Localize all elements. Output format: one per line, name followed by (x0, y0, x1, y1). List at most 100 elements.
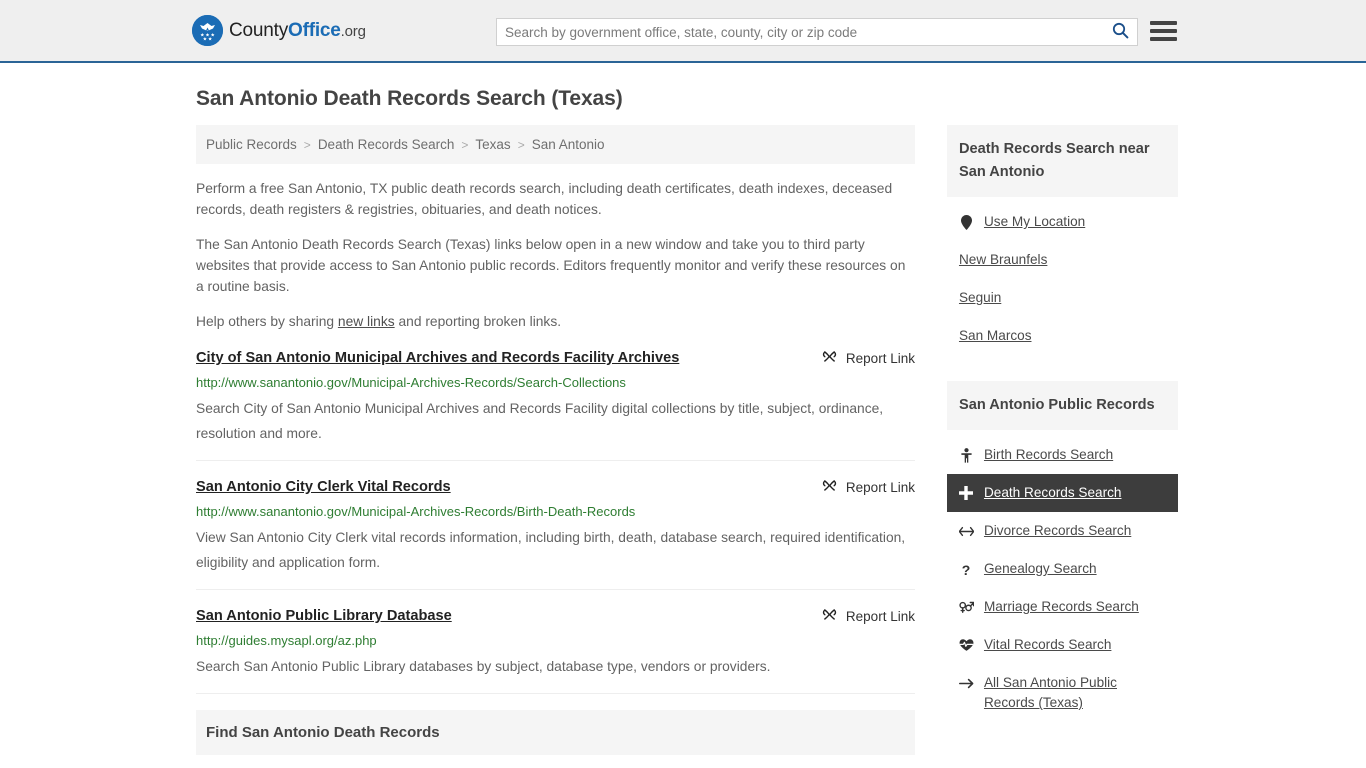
find-records-heading-box: Find San Antonio Death Records (196, 710, 915, 755)
page-body: San Antonio Death Records Search (Texas)… (0, 63, 1366, 768)
sidebar-item-label: Seguin (958, 290, 1002, 305)
arrows-left-right-icon (958, 521, 974, 541)
sidebar-item-seguin[interactable]: Seguin (947, 279, 1178, 317)
result-description: Search San Antonio Public Library databa… (196, 659, 771, 674)
menu-bar-2 (1150, 29, 1177, 33)
breadcrumb: Public Records > Death Records Search > … (196, 125, 915, 164)
intro-p3-after: and reporting broken links. (394, 314, 562, 329)
broken-link-icon (822, 607, 837, 625)
result-item: San Antonio City Clerk Vital Records Rep… (196, 477, 915, 590)
search-button[interactable] (1103, 19, 1137, 45)
sidebar-item-label: Birth Records Search (983, 447, 1114, 462)
sidebar-item-new-braunfels[interactable]: New Braunfels (947, 241, 1178, 279)
logo-wordmark: CountyOffice.org (229, 21, 366, 40)
site-header: CountyOffice.org (0, 0, 1366, 63)
result-item: San Antonio Public Library Database Repo… (196, 606, 915, 694)
sidebar-item-death-records-search[interactable]: Death Records Search (946, 474, 1178, 512)
result-description: View San Antonio City Clerk vital record… (196, 530, 906, 570)
result-item: City of San Antonio Municipal Archives a… (196, 348, 915, 461)
page-title: San Antonio Death Records Search (Texas) (196, 87, 623, 110)
logo-text-org: .org (340, 23, 366, 40)
report-link-button[interactable]: Report Link (806, 349, 915, 367)
question-mark-icon: ? (959, 559, 974, 579)
report-link-button[interactable]: Report Link (806, 478, 915, 496)
sidebar-item-label: Use My Location (983, 214, 1086, 229)
menu-bar-3 (1150, 37, 1177, 41)
result-header: San Antonio City Clerk Vital Records Rep… (196, 477, 915, 497)
sidebar-item-label: Vital Records Search (983, 637, 1112, 652)
broken-link-icon (822, 478, 837, 496)
report-link-button[interactable]: Report Link (806, 607, 915, 625)
intro-paragraph-3: Help others by sharing new links and rep… (196, 311, 915, 332)
breadcrumb-item-death-records-search[interactable]: Death Records Search (318, 137, 455, 152)
sidebar-item-label: Marriage Records Search (983, 599, 1139, 614)
sidebar-item-label: Genealogy Search (983, 561, 1097, 576)
logo-text-office: Office (288, 20, 341, 41)
search-bar[interactable] (496, 18, 1138, 46)
sidebar-item-vital-records-search[interactable]: Vital Records Search (947, 626, 1178, 664)
result-title-link[interactable]: San Antonio City Clerk Vital Records (196, 477, 451, 497)
breadcrumb-separator: > (461, 137, 469, 152)
result-url[interactable]: http://www.sanantonio.gov/Municipal-Arch… (196, 374, 915, 392)
site-logo[interactable]: CountyOffice.org (192, 15, 366, 46)
sidebar-nearby-heading: Death Records Search near San Antonio (946, 125, 1178, 197)
result-url[interactable]: http://www.sanantonio.gov/Municipal-Arch… (196, 503, 915, 521)
report-link-label: Report Link (845, 608, 915, 624)
find-records-heading: Find San Antonio Death Records (206, 724, 440, 741)
sidebar-public-records-list: Birth Records Search Death Records Searc… (946, 430, 1178, 732)
new-links-link[interactable]: new links (338, 314, 395, 329)
sidebar-item-label: All San Antonio Public Records (Texas) (983, 675, 1117, 710)
child-icon (959, 445, 974, 465)
sidebar-item-label: Death Records Search (983, 485, 1122, 500)
result-description: Search City of San Antonio Municipal Arc… (196, 401, 884, 441)
intro-paragraph-1: Perform a free San Antonio, TX public de… (196, 181, 893, 217)
map-pin-icon (959, 212, 974, 232)
results-list: City of San Antonio Municipal Archives a… (196, 348, 915, 694)
sidebar-public-records-heading: San Antonio Public Records (946, 381, 1178, 430)
search-input[interactable] (497, 19, 1103, 45)
sidebar-item-san-marcos[interactable]: San Marcos (947, 317, 1178, 355)
sidebar-item-label: Divorce Records Search (983, 523, 1132, 538)
report-link-label: Report Link (845, 350, 915, 366)
intro-text: Perform a free San Antonio, TX public de… (196, 178, 915, 332)
main-content: Public Records > Death Records Search > … (188, 125, 915, 768)
broken-link-icon (822, 349, 837, 367)
sidebar-nearby-list: Use My Location New Braunfels Seguin San… (947, 197, 1178, 365)
menu-bar-1 (1150, 21, 1177, 25)
sidebar-item-birth-records-search[interactable]: Birth Records Search (947, 436, 1178, 474)
sidebar: Death Records Search near San Antonio Us… (946, 125, 1178, 732)
intro-p3-before: Help others by sharing (196, 314, 338, 329)
sidebar-item-label: San Marcos (958, 328, 1032, 343)
breadcrumb-item-texas[interactable]: Texas (475, 137, 510, 152)
sidebar-item-marriage-records-search[interactable]: Marriage Records Search (947, 588, 1178, 626)
breadcrumb-item-public-records[interactable]: Public Records (206, 137, 297, 152)
svg-text:?: ? (962, 562, 971, 577)
sidebar-item-genealogy-search[interactable]: ? Genealogy Search (947, 550, 1178, 588)
search-icon (1112, 22, 1129, 42)
result-title-link[interactable]: San Antonio Public Library Database (196, 606, 452, 626)
report-link-label: Report Link (845, 479, 915, 495)
result-header: City of San Antonio Municipal Archives a… (196, 348, 915, 368)
result-title-link[interactable]: City of San Antonio Municipal Archives a… (196, 348, 679, 368)
eagle-seal-icon (192, 15, 223, 46)
sidebar-item-use-my-location[interactable]: Use My Location (947, 203, 1178, 241)
sidebar-item-all-public-records[interactable]: All San Antonio Public Records (Texas) (947, 664, 1178, 722)
hamburger-menu-icon[interactable] (1150, 19, 1177, 43)
venus-mars-icon (959, 597, 974, 617)
two-column-layout: Public Records > Death Records Search > … (188, 125, 1178, 768)
heartbeat-icon (959, 635, 974, 655)
arrow-right-icon (958, 673, 974, 693)
breadcrumb-item-san-antonio[interactable]: San Antonio (532, 137, 605, 152)
find-records-body: San Antonio Death Records provide inform… (196, 755, 915, 768)
logo-text-county: County (229, 20, 289, 41)
sidebar-item-divorce-records-search[interactable]: Divorce Records Search (947, 512, 1178, 550)
content-container: San Antonio Death Records Search (Texas)… (188, 63, 1178, 768)
result-header: San Antonio Public Library Database Repo… (196, 606, 915, 626)
breadcrumb-separator: > (517, 137, 525, 152)
cross-plus-icon (959, 483, 974, 503)
breadcrumb-separator: > (303, 137, 311, 152)
result-url[interactable]: http://guides.mysapl.org/az.php (196, 632, 915, 650)
intro-paragraph-2: The San Antonio Death Records Search (Te… (196, 237, 906, 294)
sidebar-item-label: New Braunfels (958, 252, 1048, 267)
